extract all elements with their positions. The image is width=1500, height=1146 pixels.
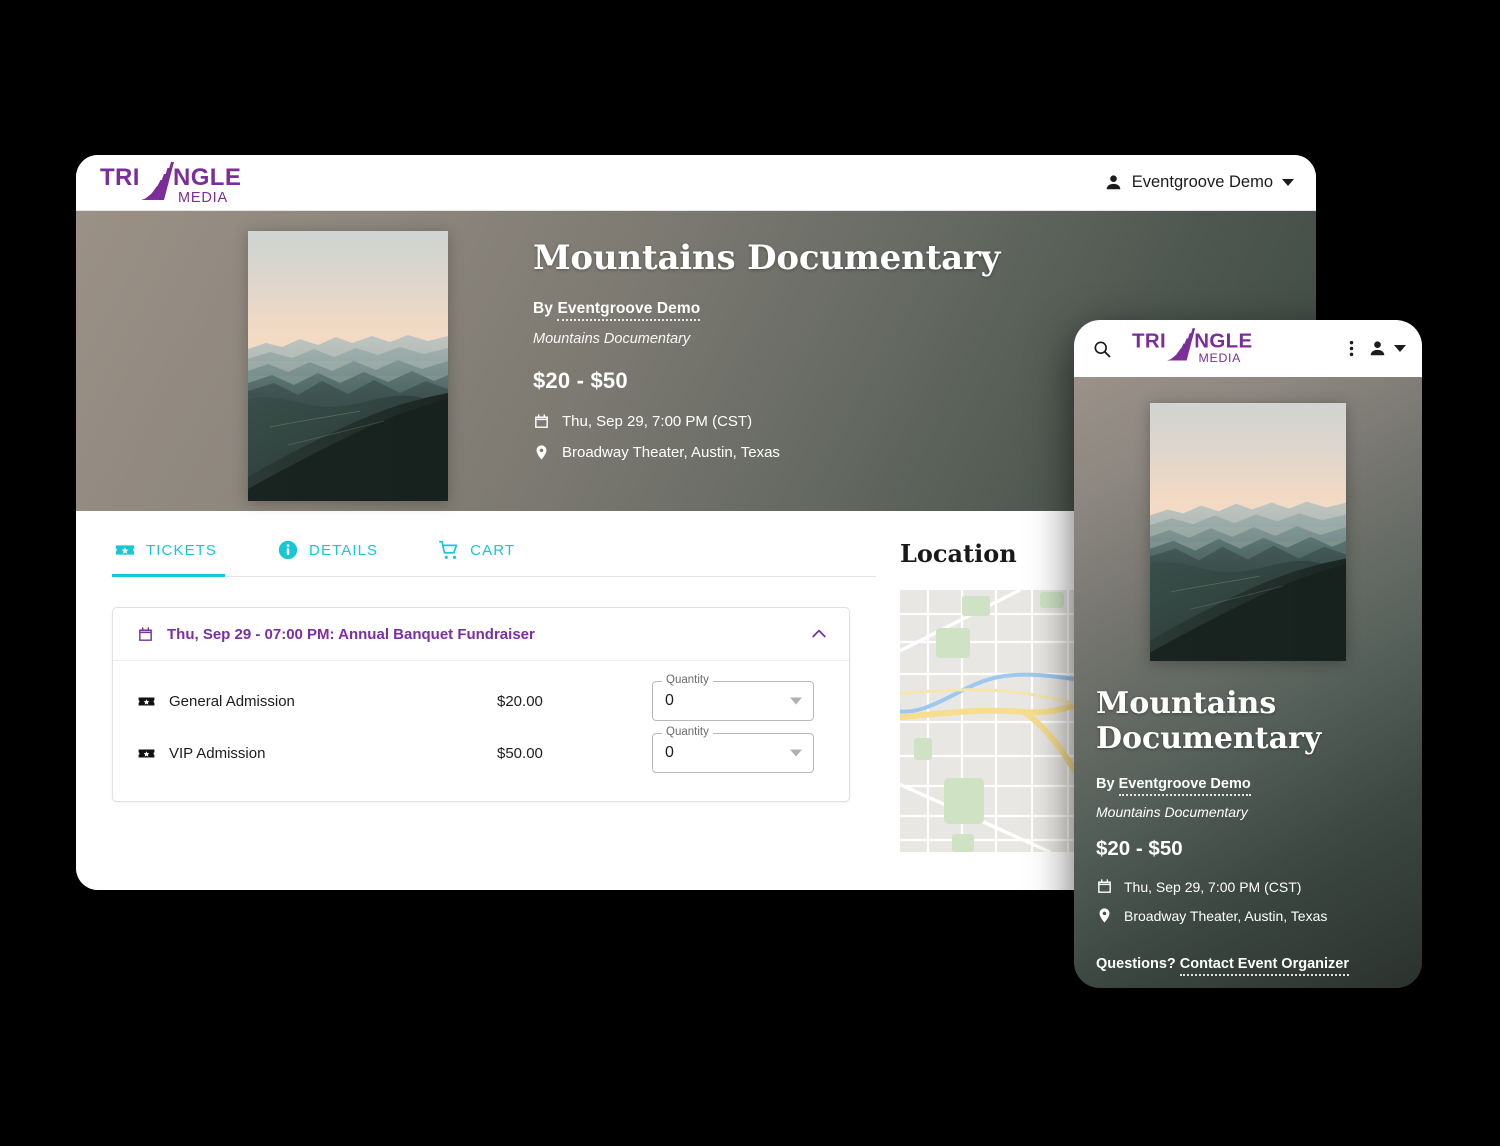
logo-icon bbox=[1132, 328, 1260, 364]
ticket-price: $50.00 bbox=[497, 744, 543, 762]
event-title: Mountains Documentary bbox=[1096, 686, 1322, 756]
logo-icon bbox=[100, 162, 250, 204]
contact-organizer-link[interactable]: Contact Event Organizer bbox=[1179, 956, 1349, 976]
ticket-icon bbox=[137, 692, 156, 711]
event-title: Mountains Documentary bbox=[533, 238, 1001, 278]
account-menu[interactable] bbox=[1368, 339, 1406, 358]
mobile-header-actions bbox=[1349, 338, 1406, 359]
by-prefix: By bbox=[533, 300, 554, 318]
triangle-media-logo[interactable] bbox=[1132, 328, 1260, 369]
event-session-accordion: Thu, Sep 29 - 07:00 PM: Annual Banquet F… bbox=[112, 607, 850, 802]
content-tabs: TICKETS DETAILS CART bbox=[112, 539, 876, 577]
quantity-label: Quantity bbox=[662, 674, 713, 686]
accordion-header[interactable]: Thu, Sep 29 - 07:00 PM: Annual Banquet F… bbox=[113, 608, 849, 661]
ticket-name-cell: VIP Admission bbox=[137, 744, 497, 763]
hero-info-block: Mountains Documentary By Eventgroove Dem… bbox=[533, 231, 1000, 511]
event-location-row: Broadway Theater, Austin, Texas bbox=[533, 444, 1000, 461]
ticket-price: $20.00 bbox=[497, 692, 543, 710]
questions-prefix: Questions? bbox=[1096, 956, 1176, 972]
accordion-body: General Admission $20.00 Quantity 0 VIP … bbox=[113, 661, 849, 801]
map-pin-icon bbox=[1096, 907, 1113, 924]
organizer-link[interactable]: Eventgroove Demo bbox=[557, 300, 701, 322]
by-prefix: By bbox=[1096, 776, 1115, 792]
cart-icon bbox=[438, 539, 460, 561]
event-poster-image bbox=[248, 231, 448, 501]
accordion-header-label: Thu, Sep 29 - 07:00 PM: Annual Banquet F… bbox=[167, 625, 535, 643]
map-pin-icon bbox=[533, 444, 550, 461]
search-icon[interactable] bbox=[1092, 339, 1112, 359]
ticket-icon bbox=[114, 539, 136, 561]
tab-details-label: DETAILS bbox=[309, 541, 379, 559]
tickets-column: TICKETS DETAILS CART Thu, Sep 29 - 07:00 bbox=[76, 511, 876, 890]
event-price-range: $20 - $50 bbox=[1096, 837, 1183, 860]
organizer-link[interactable]: Eventgroove Demo bbox=[1118, 776, 1251, 796]
more-vert-icon[interactable] bbox=[1349, 338, 1354, 359]
calendar-icon bbox=[533, 413, 550, 430]
mobile-site-header bbox=[1074, 320, 1422, 377]
event-organizer-line: By Eventgroove Demo bbox=[533, 300, 1000, 322]
mountains-photo bbox=[1150, 403, 1346, 661]
tab-cart-label: CART bbox=[470, 541, 516, 559]
chevron-down-icon bbox=[1282, 179, 1294, 186]
event-location: Broadway Theater, Austin, Texas bbox=[562, 444, 780, 462]
event-date-row: Thu, Sep 29, 7:00 PM (CST) bbox=[533, 413, 1000, 430]
event-location-row: Broadway Theater, Austin, Texas bbox=[1096, 907, 1400, 924]
tab-tickets-label: TICKETS bbox=[146, 541, 218, 559]
mobile-event-hero: Mountains Documentary By Eventgroove Dem… bbox=[1074, 377, 1422, 988]
triangle-media-logo[interactable] bbox=[100, 162, 250, 204]
ticket-row: General Admission $20.00 Quantity 0 bbox=[137, 674, 825, 727]
calendar-icon bbox=[137, 626, 154, 643]
event-location: Broadway Theater, Austin, Texas bbox=[1124, 907, 1328, 924]
quantity-value: 0 bbox=[665, 692, 674, 709]
chevron-down-icon bbox=[1394, 345, 1406, 352]
chevron-down-icon bbox=[790, 749, 802, 757]
quantity-select[interactable]: Quantity 0 bbox=[652, 674, 814, 721]
person-icon bbox=[1104, 173, 1123, 192]
tab-cart[interactable]: CART bbox=[436, 539, 523, 576]
tab-details[interactable]: DETAILS bbox=[275, 539, 386, 576]
event-date-row: Thu, Sep 29, 7:00 PM (CST) bbox=[1096, 878, 1400, 895]
ticket-name: VIP Admission bbox=[169, 744, 266, 762]
chevron-down-icon bbox=[790, 697, 802, 705]
event-organizer-line: By Eventgroove Demo bbox=[1096, 776, 1400, 796]
ticket-name-cell: General Admission bbox=[137, 692, 497, 711]
screenshot-stage: Eventgroove Demo Mountains Documentary B… bbox=[0, 0, 1500, 1146]
event-date: Thu, Sep 29, 7:00 PM (CST) bbox=[562, 413, 753, 431]
event-poster-image bbox=[1150, 403, 1346, 661]
ticket-row: VIP Admission $50.00 Quantity 0 bbox=[137, 726, 825, 779]
ticket-name: General Admission bbox=[169, 692, 295, 710]
account-name: Eventgroove Demo bbox=[1131, 173, 1273, 191]
quantity-value: 0 bbox=[665, 744, 674, 761]
chevron-up-icon[interactable] bbox=[809, 624, 829, 644]
desktop-site-header: Eventgroove Demo bbox=[76, 155, 1316, 211]
event-date: Thu, Sep 29, 7:00 PM (CST) bbox=[1124, 878, 1302, 895]
quantity-select[interactable]: Quantity 0 bbox=[652, 726, 814, 773]
mountains-photo bbox=[248, 231, 448, 501]
event-subtitle: Mountains Documentary bbox=[1096, 804, 1248, 820]
event-subtitle: Mountains Documentary bbox=[533, 331, 691, 348]
calendar-icon bbox=[1096, 878, 1113, 895]
questions-row: Questions? Contact Event Organizer bbox=[1096, 956, 1400, 976]
person-icon bbox=[1368, 339, 1387, 358]
info-icon bbox=[277, 539, 299, 561]
event-price-range: $20 - $50 bbox=[533, 368, 628, 394]
tab-tickets[interactable]: TICKETS bbox=[112, 539, 226, 577]
quantity-label: Quantity bbox=[662, 726, 713, 738]
account-menu[interactable]: Eventgroove Demo bbox=[1104, 173, 1294, 192]
mobile-phone-card: Mountains Documentary By Eventgroove Dem… bbox=[1074, 320, 1422, 988]
ticket-icon bbox=[137, 744, 156, 763]
